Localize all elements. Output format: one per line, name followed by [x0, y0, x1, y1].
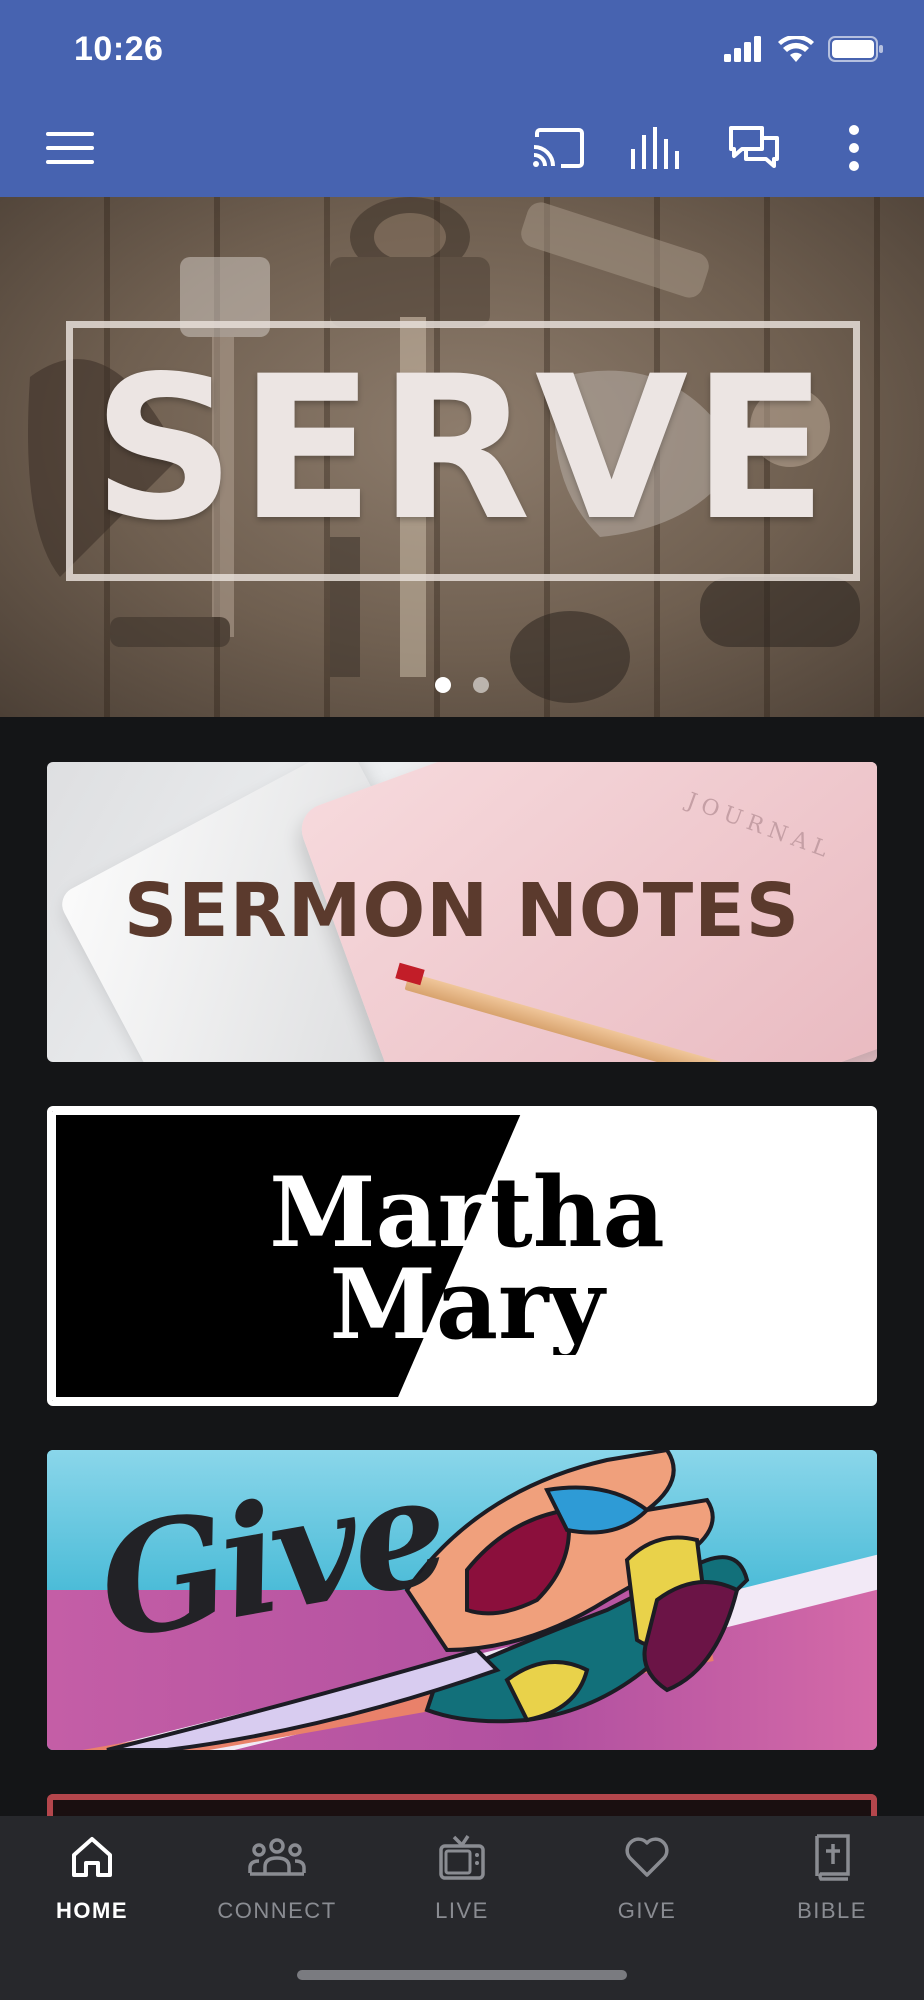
- more-vertical-icon: [849, 125, 859, 171]
- tab-bible-label: BIBLE: [797, 1898, 867, 1923]
- chat-button[interactable]: [724, 118, 784, 178]
- tile-border: [52, 1111, 872, 1401]
- tab-live-label: LIVE: [435, 1898, 489, 1923]
- status-time: 10:26: [74, 30, 164, 68]
- home-icon: [72, 1837, 112, 1877]
- give-tile[interactable]: Give: [47, 1450, 877, 1750]
- audio-button[interactable]: [626, 118, 686, 178]
- sermon-notes-tile[interactable]: JOURNAL SERMON NOTES: [47, 762, 877, 1062]
- tab-give-label: GIVE: [617, 1898, 677, 1923]
- cast-icon: [533, 128, 584, 168]
- battery-icon: [828, 36, 883, 62]
- tab-connect[interactable]: CONNECT: [185, 1816, 369, 1946]
- audio-bars-icon: [631, 127, 679, 169]
- hero-carousel[interactable]: SERVE: [0, 197, 924, 717]
- martha-mary-tile[interactable]: Martha Mary: [47, 1106, 877, 1406]
- tab-home-label: HOME: [56, 1898, 128, 1923]
- bible-icon: [815, 1834, 850, 1881]
- tab-home[interactable]: HOME: [0, 1816, 184, 1946]
- people-icon: [248, 1838, 306, 1876]
- tab-give[interactable]: GIVE: [555, 1816, 739, 1946]
- carousel-dot-active[interactable]: [435, 677, 451, 693]
- menu-button[interactable]: [40, 118, 100, 178]
- app-header: 10:26: [0, 0, 924, 197]
- carousel-dot[interactable]: [473, 677, 489, 693]
- carousel-dots: [0, 677, 924, 693]
- app-screen: 10:26 SERVE JOURNAL SERMON NOTES Martha …: [0, 0, 924, 2000]
- hamburger-menu-icon: [46, 132, 94, 164]
- more-options-button[interactable]: [824, 118, 884, 178]
- home-indicator: [297, 1970, 627, 1980]
- signal-icon: [724, 36, 761, 62]
- wifi-icon: [778, 36, 814, 62]
- sermon-notes-title: SERMON NOTES: [123, 868, 801, 954]
- tv-icon: [439, 1835, 485, 1880]
- tab-bible[interactable]: BIBLE: [740, 1816, 924, 1946]
- hero-title: SERVE: [92, 333, 832, 564]
- chat-icon: [729, 126, 779, 168]
- cast-button[interactable]: [528, 118, 588, 178]
- status-icons: [724, 36, 884, 62]
- heart-icon: [625, 1837, 669, 1877]
- tab-connect-label: CONNECT: [217, 1898, 337, 1923]
- tab-live[interactable]: LIVE: [370, 1816, 554, 1946]
